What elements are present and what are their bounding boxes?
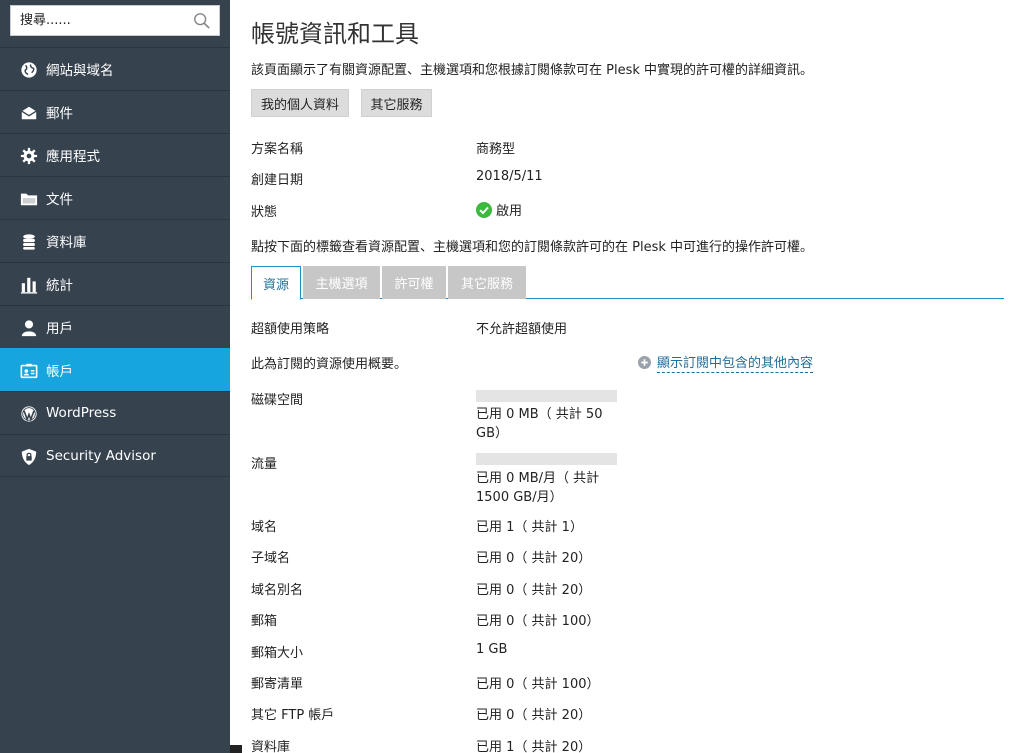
sidebar-item-websites[interactable]: 網站與域名 (0, 47, 230, 90)
disk-space-value: 已用 0 MB（ 共計 50 GB） (476, 407, 603, 441)
mail-icon (19, 103, 38, 122)
disk-usage-bar (476, 390, 617, 402)
sidebar-item-label: 統計 (46, 278, 73, 294)
check-circle-icon (476, 202, 492, 218)
domain-aliases-value: 已用 0（ 共計 20） (476, 583, 592, 598)
status-text: 啟用 (496, 204, 523, 219)
sidebar-nav: 網站與域名 郵件 應用程式 文件 資料庫 統計 用戶 帳戶 WordPress … (0, 47, 230, 477)
resize-handle[interactable] (230, 745, 242, 753)
database-icon (19, 232, 38, 251)
overuse-policy-value: 不允許超額使用 (476, 322, 568, 337)
sidebar-item-security-advisor[interactable]: Security Advisor (0, 434, 230, 477)
databases-label: 資料庫 (251, 740, 291, 753)
other-services-button[interactable]: 其它服務 (361, 89, 432, 117)
domains-value: 已用 1（ 共計 1） (476, 520, 583, 535)
sidebar-item-applications[interactable]: 應用程式 (0, 133, 230, 176)
mailbox-size-label: 郵箱大小 (251, 646, 304, 661)
status-label: 狀態 (251, 205, 278, 220)
created-date-value: 2018/5/11 (476, 169, 543, 184)
tab-hosting-options[interactable]: 主機選項 (303, 266, 380, 299)
gear-icon (19, 146, 38, 165)
subdomains-label: 子域名 (251, 551, 291, 566)
sidebar-item-label: 帳戶 (46, 364, 73, 380)
show-more-text: 顯示訂閱中包含的其他內容 (657, 356, 814, 373)
subdomains-value: 已用 0（ 共計 20） (476, 551, 592, 566)
ftp-accounts-label: 其它 FTP 帳戶 (251, 708, 335, 723)
disk-space-label: 磁碟空間 (251, 393, 304, 408)
traffic-usage-bar (476, 453, 617, 465)
mailboxes-label: 郵箱 (251, 614, 278, 629)
search-box (10, 5, 220, 36)
mailing-lists-label: 郵寄清單 (251, 677, 304, 692)
sidebar: 網站與域名 郵件 應用程式 文件 資料庫 (0, 0, 230, 753)
sidebar-item-mail[interactable]: 郵件 (0, 90, 230, 133)
sidebar-item-account[interactable]: 帳戶 (0, 348, 230, 391)
created-date-label: 創建日期 (251, 173, 304, 188)
search-input[interactable] (11, 6, 186, 35)
my-profile-button[interactable]: 我的個人資料 (251, 89, 349, 117)
sidebar-item-users[interactable]: 用戶 (0, 305, 230, 348)
tab-resources[interactable]: 資源 (251, 266, 301, 300)
traffic-label: 流量 (251, 457, 278, 472)
shield-icon (19, 447, 38, 466)
account-icon (19, 361, 38, 380)
plan-name-value: 商務型 (476, 142, 516, 157)
databases-value: 已用 1（ 共計 20） (476, 740, 592, 753)
mailboxes-value: 已用 0（ 共計 100） (476, 614, 600, 629)
bar-chart-icon (19, 275, 38, 294)
sidebar-item-files[interactable]: 文件 (0, 176, 230, 219)
plus-circle-icon (638, 356, 651, 369)
sidebar-item-label: 資料庫 (46, 235, 87, 251)
page-title: 帳號資訊和工具 (251, 20, 419, 48)
folder-icon (19, 189, 38, 208)
overuse-policy-label: 超額使用策略 (251, 322, 330, 337)
page-intro: 該頁面顯示了有關資源配置、主機選項和您根據訂閱條款可在 Plesk 中實現的許可… (251, 63, 814, 78)
search-icon[interactable] (193, 12, 211, 30)
tab-bar: 資源 主機選項 許可權 其它服務 (251, 266, 1004, 300)
domains-label: 域名 (251, 520, 278, 535)
sidebar-item-statistics[interactable]: 統計 (0, 262, 230, 305)
sidebar-item-label: 文件 (46, 192, 73, 208)
sidebar-item-label: 網站與域名 (46, 63, 114, 79)
plan-name-label: 方案名稱 (251, 142, 304, 157)
traffic-value: 已用 0 MB/月（ 共計 1500 GB/月） (476, 471, 600, 505)
sidebar-item-label: 應用程式 (46, 149, 100, 165)
show-more-link[interactable]: 顯示訂閱中包含的其他內容 (638, 352, 814, 373)
status-value: 啟用 (476, 200, 522, 219)
sidebar-item-wordpress[interactable]: WordPress (0, 391, 230, 434)
sidebar-item-label: Security Advisor (46, 447, 156, 464)
domain-aliases-label: 域名別名 (251, 583, 304, 598)
sidebar-item-label: 用戶 (46, 321, 73, 337)
sidebar-item-databases[interactable]: 資料庫 (0, 219, 230, 262)
tab-other-services[interactable]: 其它服務 (448, 266, 526, 299)
user-icon (19, 318, 38, 337)
sidebar-item-label: 郵件 (46, 106, 73, 122)
mailbox-size-value: 1 GB (476, 642, 508, 657)
globe-icon (19, 60, 38, 79)
ftp-accounts-value: 已用 0（ 共計 20） (476, 708, 592, 723)
mailing-lists-value: 已用 0（ 共計 100） (476, 677, 600, 692)
tab-permissions[interactable]: 許可權 (382, 266, 446, 299)
tabs-hint: 點按下面的標籤查看資源配置、主機選項和您的訂閱條款許可的在 Plesk 中可進行… (251, 240, 814, 255)
sidebar-item-label: WordPress (46, 405, 117, 421)
usage-summary-text: 此為訂閱的資源使用概要。 (251, 357, 408, 372)
wordpress-icon (19, 404, 38, 423)
